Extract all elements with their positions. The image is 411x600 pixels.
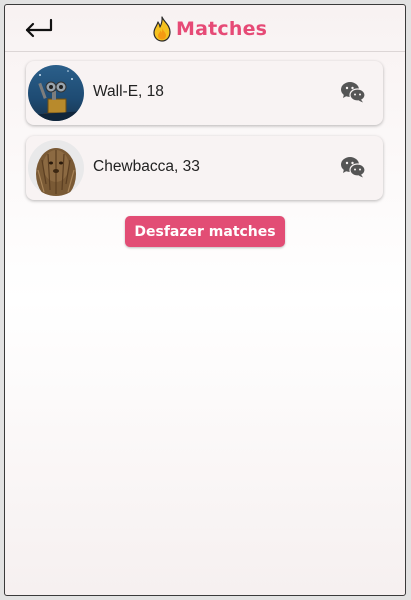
chat-button[interactable]	[340, 81, 366, 103]
clear-matches-button[interactable]: Desfazer matches	[125, 216, 285, 247]
chat-button[interactable]	[340, 156, 366, 178]
back-button[interactable]	[22, 15, 56, 41]
match-name: Chewbacca, 33	[93, 158, 200, 175]
page-title: Matches	[151, 16, 267, 42]
avatar	[28, 65, 84, 121]
title-text: Matches	[176, 18, 268, 40]
match-name: Wall-E, 18	[93, 83, 164, 100]
app-frame: Matches Wall-E, 18 Chewbacca, 33 Desfaze…	[4, 4, 406, 596]
match-card[interactable]: Chewbacca, 33	[26, 136, 383, 200]
flame-icon	[153, 16, 171, 42]
header: Matches	[5, 5, 405, 52]
return-arrow-icon	[25, 18, 53, 38]
wechat-icon	[341, 157, 366, 178]
wechat-icon	[341, 82, 366, 103]
avatar	[28, 140, 84, 196]
match-card[interactable]: Wall-E, 18	[26, 61, 383, 125]
